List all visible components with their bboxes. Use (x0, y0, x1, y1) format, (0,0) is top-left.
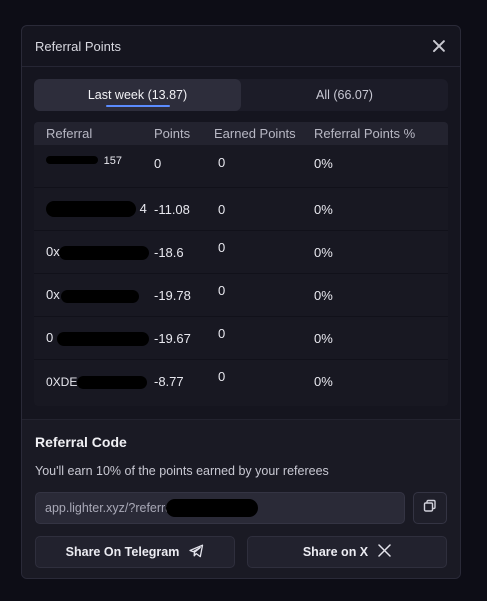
points-cell: -18.6 (154, 244, 184, 260)
modal-title: Referral Points (35, 38, 121, 54)
column-header-points: Points (154, 126, 191, 141)
referral-address-text: 4 (139, 200, 147, 216)
redaction-mark (56, 331, 149, 346)
referrals-table: Referral Points Earned Points Referral P… (34, 122, 448, 406)
referral-address: 4 (34, 201, 154, 218)
copy-icon (423, 499, 437, 518)
referral-pct-cell: 0% (314, 201, 333, 217)
redaction-mark (61, 289, 140, 303)
referral-address-text: 157 (103, 154, 122, 167)
close-icon[interactable] (432, 39, 446, 53)
referral-link-text: app.lighter.xyz/?referra (45, 501, 173, 515)
earned-points-cell: 0 (218, 201, 226, 217)
table-row: 0x -19.78 0 0% (34, 274, 448, 317)
referral-pct-cell: 0% (314, 374, 333, 389)
active-tab-indicator (105, 105, 170, 107)
copy-link-button[interactable] (413, 492, 447, 524)
x-logo-icon (378, 544, 391, 560)
column-header-referral-points-pct: Referral Points % (314, 126, 416, 141)
column-header-referral: Referral (46, 126, 93, 141)
referral-points-modal: Referral Points Last week (13.87) All (6… (21, 25, 461, 579)
tab-label: All (66.07) (316, 88, 373, 102)
table-row: 4 -11.08 0 0% (34, 188, 448, 231)
redaction-mark (59, 245, 150, 260)
redaction-mark (166, 499, 259, 517)
modal-header: Referral Points (22, 26, 460, 67)
referral-address: 157 (34, 155, 154, 174)
table-row: 0XDE -8.77 0 0% (34, 360, 448, 403)
earned-points-cell: 0 (218, 282, 226, 298)
referral-address-text: 0 (46, 330, 54, 346)
table-row: 0x -18.6 0 0% (34, 231, 448, 274)
referral-link-field[interactable]: app.lighter.xyz/?referra (35, 492, 405, 524)
table-header: Referral Points Earned Points Referral P… (34, 122, 448, 145)
tab-label: Last week (13.87) (87, 88, 188, 102)
referral-code-description: You'll earn 10% of the points earned by … (35, 464, 329, 478)
earned-points-cell: 0 (218, 369, 226, 384)
referral-address-text: 0x (46, 244, 60, 260)
share-telegram-label: Share On Telegram (65, 545, 180, 559)
redaction-mark (76, 376, 147, 390)
share-on-x-button[interactable]: Share on X (247, 536, 447, 568)
redaction-mark (46, 201, 136, 218)
redaction-mark (46, 156, 98, 165)
referral-pct-cell: 0% (314, 287, 333, 303)
points-cell: 0 (154, 155, 162, 171)
referral-pct-cell: 0% (314, 155, 333, 171)
referral-pct-cell: 0% (314, 330, 333, 346)
referral-address: 0x (34, 287, 154, 303)
earned-points-cell: 0 (218, 239, 226, 255)
earned-points-cell: 0 (218, 154, 226, 170)
referral-code-title: Referral Code (35, 434, 127, 450)
referral-code-section: Referral Code You'll earn 10% of the poi… (22, 419, 460, 578)
referral-pct-cell: 0% (314, 244, 333, 260)
table-row: 157 0 0 0% (34, 145, 448, 188)
points-cell: -8.77 (154, 374, 184, 389)
referral-address: 0XDE (34, 374, 154, 390)
table-row: 0 -19.67 0 0% (34, 317, 448, 360)
points-cell: -19.78 (154, 287, 191, 303)
telegram-icon (189, 544, 204, 561)
tab-all[interactable]: All (66.07) (241, 79, 448, 111)
referral-address: 0x (34, 244, 154, 260)
share-x-label: Share on X (302, 545, 369, 559)
points-cell: -11.08 (154, 201, 190, 217)
tab-last-week[interactable]: Last week (13.87) (34, 79, 241, 111)
earned-points-cell: 0 (218, 325, 226, 341)
column-header-earned-points: Earned Points (214, 126, 296, 141)
share-on-telegram-button[interactable]: Share On Telegram (35, 536, 235, 568)
referral-address-text: 0XDE (46, 374, 78, 389)
referral-address-text: 0x (46, 287, 60, 303)
points-cell: -19.67 (154, 330, 191, 346)
period-tabs: Last week (13.87) All (66.07) (34, 79, 448, 111)
referral-address: 0 (34, 330, 154, 346)
